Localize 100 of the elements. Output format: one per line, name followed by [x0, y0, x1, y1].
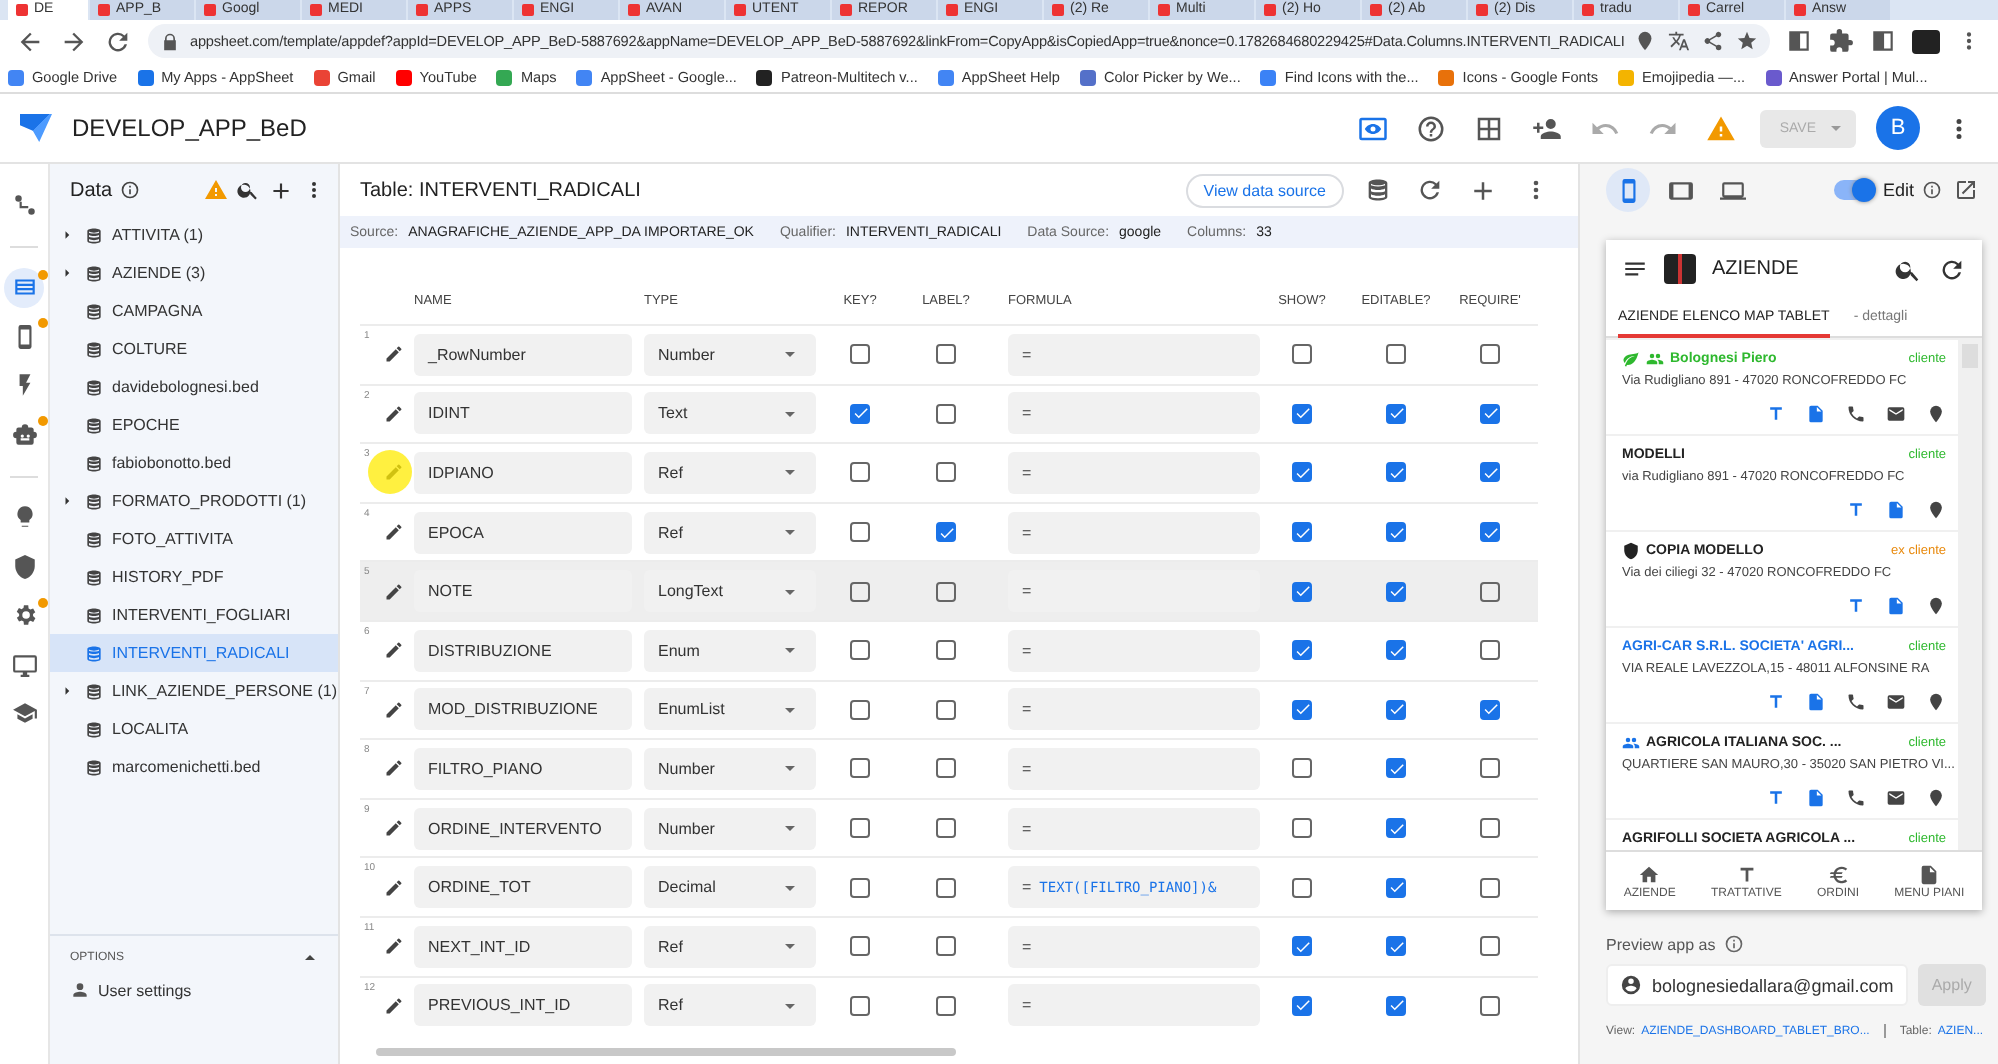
checkbox[interactable] — [1480, 522, 1500, 543]
table-list-item[interactable]: HISTORY_PDF — [50, 558, 338, 596]
checkbox[interactable] — [850, 403, 870, 424]
checkbox[interactable] — [1292, 995, 1312, 1016]
device-button[interactable] — [1606, 168, 1650, 212]
document-icon[interactable] — [1806, 788, 1826, 808]
search-icon[interactable] — [236, 178, 260, 202]
checkbox[interactable] — [1386, 522, 1406, 543]
formula-field[interactable]: = — [1008, 688, 1260, 731]
checkbox[interactable] — [936, 877, 956, 898]
checkbox[interactable] — [936, 758, 956, 779]
edit-icon[interactable] — [384, 995, 404, 1016]
phone-icon[interactable] — [1846, 404, 1866, 424]
map-pin-icon[interactable] — [1926, 500, 1946, 520]
database-settings-icon[interactable] — [1364, 176, 1392, 204]
name-field[interactable]: PREVIOUS_INT_ID — [414, 984, 632, 1027]
formula-field[interactable]: = — [1008, 511, 1260, 554]
checkbox[interactable] — [1480, 640, 1500, 661]
checkbox[interactable] — [1292, 699, 1312, 720]
checkbox[interactable] — [1386, 995, 1406, 1016]
map-pin-icon[interactable] — [1926, 596, 1946, 616]
edit-icon[interactable] — [384, 877, 404, 898]
checkbox[interactable] — [936, 403, 956, 424]
name-field[interactable]: EPOCA — [414, 511, 632, 554]
text-icon[interactable] — [1846, 596, 1866, 616]
edit-icon[interactable] — [384, 581, 404, 602]
checkbox[interactable] — [850, 877, 870, 898]
table-list-item[interactable]: INTERVENTI_FOGLIARI — [50, 596, 338, 634]
checkbox[interactable] — [936, 995, 956, 1016]
options-item[interactable]: User settings — [50, 972, 338, 1008]
name-field[interactable]: DISTRIBUZIONE — [414, 629, 632, 672]
formula-field[interactable]: = — [1008, 807, 1260, 850]
open-new-icon[interactable] — [1954, 178, 1978, 202]
formula-field[interactable]: = — [1008, 333, 1260, 376]
text-icon[interactable] — [1766, 788, 1786, 808]
checkbox[interactable] — [1480, 462, 1500, 483]
edit-icon[interactable] — [384, 344, 404, 365]
type-dropdown[interactable]: Text — [644, 392, 816, 435]
view-data-source-button[interactable]: View data source — [1185, 173, 1344, 207]
table-list-item[interactable]: ATTIVITA (1) — [50, 216, 338, 254]
checkbox[interactable] — [1292, 818, 1312, 839]
checkbox[interactable] — [936, 936, 956, 957]
name-field[interactable]: NEXT_INT_ID — [414, 925, 632, 968]
checkbox[interactable] — [850, 462, 870, 483]
formula-field[interactable]: = — [1008, 747, 1260, 790]
checkbox[interactable] — [1386, 403, 1406, 424]
translate-icon[interactable] — [1668, 30, 1691, 52]
checkbox[interactable] — [1480, 818, 1500, 839]
checkbox[interactable] — [1480, 936, 1500, 957]
edit-toggle[interactable] — [1834, 180, 1875, 200]
checkbox[interactable] — [1292, 462, 1312, 483]
edit-icon[interactable] — [384, 936, 404, 957]
mail-icon[interactable] — [1886, 692, 1906, 712]
scrollbar[interactable] — [376, 1048, 956, 1056]
checkbox[interactable] — [850, 995, 870, 1016]
checkbox[interactable] — [1386, 936, 1406, 957]
side-panel-icon[interactable] — [1786, 28, 1812, 54]
table-list-item[interactable]: LOCALITA — [50, 710, 338, 748]
type-dropdown[interactable]: Ref — [644, 451, 816, 494]
reload-icon[interactable] — [104, 27, 132, 55]
name-field[interactable]: IDPIANO — [414, 451, 632, 494]
edit-icon[interactable] — [384, 818, 404, 839]
type-dropdown[interactable]: Number — [644, 807, 816, 850]
name-field[interactable]: FILTRO_PIANO — [414, 747, 632, 790]
formula-field[interactable]: = — [1008, 629, 1260, 672]
checkbox[interactable] — [936, 640, 956, 661]
checkbox[interactable] — [1292, 522, 1312, 543]
checkbox[interactable] — [1292, 936, 1312, 957]
profile-logo[interactable] — [1912, 29, 1940, 53]
checkbox[interactable] — [1386, 758, 1406, 779]
document-icon[interactable] — [1886, 500, 1906, 520]
checkbox[interactable] — [1292, 640, 1312, 661]
type-dropdown[interactable]: Ref — [644, 984, 816, 1027]
checkbox[interactable] — [850, 936, 870, 957]
checkbox[interactable] — [936, 522, 956, 543]
mail-icon[interactable] — [1886, 404, 1906, 424]
table-list-item[interactable]: INTERVENTI_RADICALI — [50, 634, 338, 672]
map-pin-icon[interactable] — [1926, 404, 1946, 424]
refresh-icon[interactable] — [1938, 255, 1966, 283]
name-field[interactable]: MOD_DISTRIBUZIONE — [414, 688, 632, 731]
checkbox[interactable] — [1292, 403, 1312, 424]
formula-field[interactable]: = — [1008, 451, 1260, 494]
checkbox[interactable] — [1480, 403, 1500, 424]
preview-icon[interactable] — [1357, 113, 1388, 143]
type-dropdown[interactable]: Number — [644, 333, 816, 376]
star-icon[interactable] — [1736, 30, 1759, 52]
checkbox[interactable] — [850, 640, 870, 661]
email-field[interactable]: bolognesiedallara@gmail.com — [1606, 964, 1908, 1006]
table-list-item[interactable]: COLTURE — [50, 330, 338, 368]
edit-icon[interactable] — [384, 758, 404, 779]
table-list-item[interactable]: marcomenichetti.bed — [50, 748, 338, 786]
add-icon[interactable] — [268, 177, 294, 203]
pin-icon[interactable] — [1634, 30, 1657, 52]
checkbox[interactable] — [1386, 640, 1406, 661]
document-icon[interactable] — [1886, 596, 1906, 616]
table-list-item[interactable]: CAMPAGNA — [50, 292, 338, 330]
map-pin-icon[interactable] — [1926, 692, 1946, 712]
checkbox[interactable] — [850, 699, 870, 720]
checkbox[interactable] — [936, 818, 956, 839]
checkbox[interactable] — [1292, 877, 1312, 898]
